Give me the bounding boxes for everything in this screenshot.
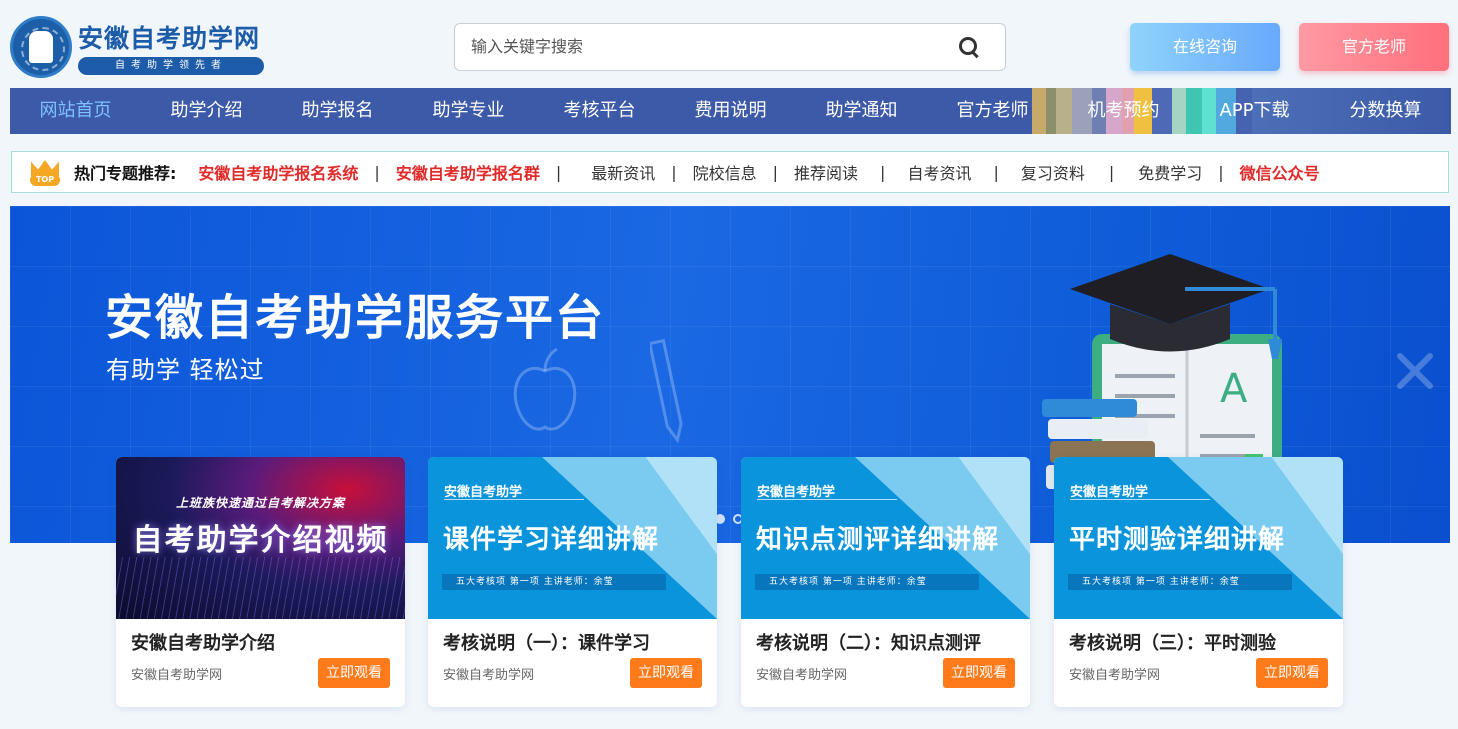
hot-topics-bar: TOP 热门专题推荐: 安徽自考助学报名系统 | 安徽自考助学报名群 | 最新资… (11, 151, 1449, 193)
nav-item-app-download[interactable]: APP下载 (1189, 88, 1320, 134)
card-title[interactable]: 考核说明（二）：知识点测评 (756, 629, 981, 655)
thumb-headline: 课件学习详细讲解 (443, 525, 660, 555)
banner-subtitle: 有助学 轻松过 (106, 356, 265, 384)
main-nav: 网站首页 助学介绍 助学报名 助学专业 考核平台 费用说明 助学通知 官方老师 … (10, 88, 1451, 134)
nav-item-intro[interactable]: 助学介绍 (141, 88, 272, 134)
thumb-strip: 五大考核项 第一项 主讲老师：余莹 (1068, 574, 1292, 590)
thumb-brand: 安徽自考助学 (1070, 485, 1149, 500)
search-box (454, 23, 1006, 71)
separator: | (772, 162, 779, 182)
card-title[interactable]: 安徽自考助学介绍 (131, 629, 275, 655)
thumb-brand: 安徽自考助学 (757, 485, 836, 500)
thumb-strip: 五大考核项 第一项 主讲老师：余莹 (442, 574, 666, 590)
hot-link-latest-news[interactable]: 最新资讯 (591, 160, 655, 184)
card-title[interactable]: 考核说明（一）：课件学习 (443, 629, 650, 655)
official-teacher-button[interactable]: 官方老师 (1299, 23, 1449, 71)
apple-outline-icon (513, 347, 577, 431)
nav-item-notices[interactable]: 助学通知 (796, 88, 927, 134)
video-card-courseware[interactable]: 安徽自考助学 课件学习详细讲解 五大考核项 第一项 主讲老师：余莹 考核说明（一… (428, 457, 717, 707)
banner-title: 安徽自考助学服务平台 (105, 290, 606, 346)
banner-art-letter: A (1220, 366, 1248, 412)
separator: | (374, 162, 380, 182)
card-thumbnail[interactable]: 安徽自考助学 知识点测评详细讲解 五大考核项 第一项 主讲老师：余莹 (741, 457, 1030, 619)
hot-link-recommended[interactable]: 推荐阅读 (794, 160, 858, 184)
nav-item-fees[interactable]: 费用说明 (665, 88, 796, 134)
search-input[interactable] (471, 36, 941, 60)
nav-item-exam-booking[interactable]: 机考预约 (1058, 88, 1189, 134)
video-card-knowledge-test[interactable]: 安徽自考助学 知识点测评详细讲解 五大考核项 第一项 主讲老师：余莹 考核说明（… (741, 457, 1030, 707)
watch-now-button[interactable]: 立即观看 (1256, 658, 1328, 688)
separator: | (1218, 162, 1224, 182)
card-thumbnail[interactable]: 上班族快速通过自考解决方案 自考助学介绍视频 (116, 457, 405, 619)
cross-outline-icon (1397, 353, 1433, 389)
card-source: 安徽自考助学网 (1069, 668, 1161, 683)
thumb-headline: 自考助学介绍视频 (132, 523, 389, 558)
thumb-tagline: 上班族快速通过自考解决方案 (175, 496, 345, 510)
logo-title: 安徽自考助学网 (78, 24, 261, 53)
nav-item-majors[interactable]: 助学专业 (403, 88, 534, 134)
card-source: 安徽自考助学网 (131, 668, 223, 683)
card-thumbnail[interactable]: 安徽自考助学 平时测验详细讲解 五大考核项 第一项 主讲老师：余莹 (1054, 457, 1343, 619)
hot-link-wechat[interactable]: 微信公众号 (1240, 160, 1320, 184)
search-icon[interactable] (959, 37, 979, 57)
thumb-headline: 平时测验详细讲解 (1069, 525, 1286, 555)
thumb-brand: 安徽自考助学 (444, 485, 523, 500)
hot-link-exam-news[interactable]: 自考资讯 (907, 160, 971, 184)
watch-now-button[interactable]: 立即观看 (630, 658, 702, 688)
hot-topics-title: 热门专题推荐: (74, 164, 177, 183)
nav-item-home[interactable]: 网站首页 (10, 88, 141, 134)
hot-link-school-info[interactable]: 院校信息 (693, 160, 757, 184)
thumb-strip: 五大考核项 第一项 主讲老师：余莹 (755, 574, 979, 590)
separator: | (1108, 162, 1115, 182)
hot-link-free-study[interactable]: 免费学习 (1138, 160, 1202, 184)
nav-item-signup[interactable]: 助学报名 (272, 88, 403, 134)
nav-item-score-convert[interactable]: 分数换算 (1320, 88, 1451, 134)
logo-emblem-icon (10, 16, 72, 78)
carousel-dots (715, 514, 743, 524)
nav-item-exam-platform[interactable]: 考核平台 (534, 88, 665, 134)
separator: | (555, 162, 562, 182)
hot-link-review-materials[interactable]: 复习资料 (1021, 160, 1085, 184)
video-card-quiz[interactable]: 安徽自考助学 平时测验详细讲解 五大考核项 第一项 主讲老师：余莹 考核说明（三… (1054, 457, 1343, 707)
crown-top-icon: TOP (30, 158, 60, 186)
online-consult-button[interactable]: 在线咨询 (1130, 23, 1280, 71)
nav-item-teachers[interactable]: 官方老师 (927, 88, 1058, 134)
pencil-outline-icon (650, 338, 683, 444)
watch-now-button[interactable]: 立即观看 (318, 658, 390, 688)
site-header: 安徽自考助学网 自考助学领先者 在线咨询 官方老师 (0, 0, 1458, 88)
card-thumbnail[interactable]: 安徽自考助学 课件学习详细讲解 五大考核项 第一项 主讲老师：余莹 (428, 457, 717, 619)
site-logo[interactable]: 安徽自考助学网 自考助学领先者 (10, 16, 264, 78)
logo-slogan: 自考助学领先者 (78, 57, 264, 75)
card-source: 安徽自考助学网 (756, 668, 848, 683)
card-source: 安徽自考助学网 (443, 668, 535, 683)
separator: | (671, 162, 677, 182)
separator: | (880, 162, 886, 182)
logo-text-group: 安徽自考助学网 自考助学领先者 (78, 19, 264, 75)
watch-now-button[interactable]: 立即观看 (943, 658, 1015, 688)
hot-link-signup-group[interactable]: 安徽自考助学报名群 (396, 160, 540, 184)
thumb-headline: 知识点测评详细讲解 (756, 525, 1000, 555)
video-card-intro[interactable]: 上班族快速通过自考解决方案 自考助学介绍视频 安徽自考助学介绍 安徽自考助学网 … (116, 457, 405, 707)
separator: | (993, 162, 999, 182)
hot-link-signup-system[interactable]: 安徽自考助学报名系统 (198, 160, 358, 184)
top-badge-label: TOP (30, 174, 60, 186)
card-title[interactable]: 考核说明（三）：平时测验 (1069, 629, 1276, 655)
